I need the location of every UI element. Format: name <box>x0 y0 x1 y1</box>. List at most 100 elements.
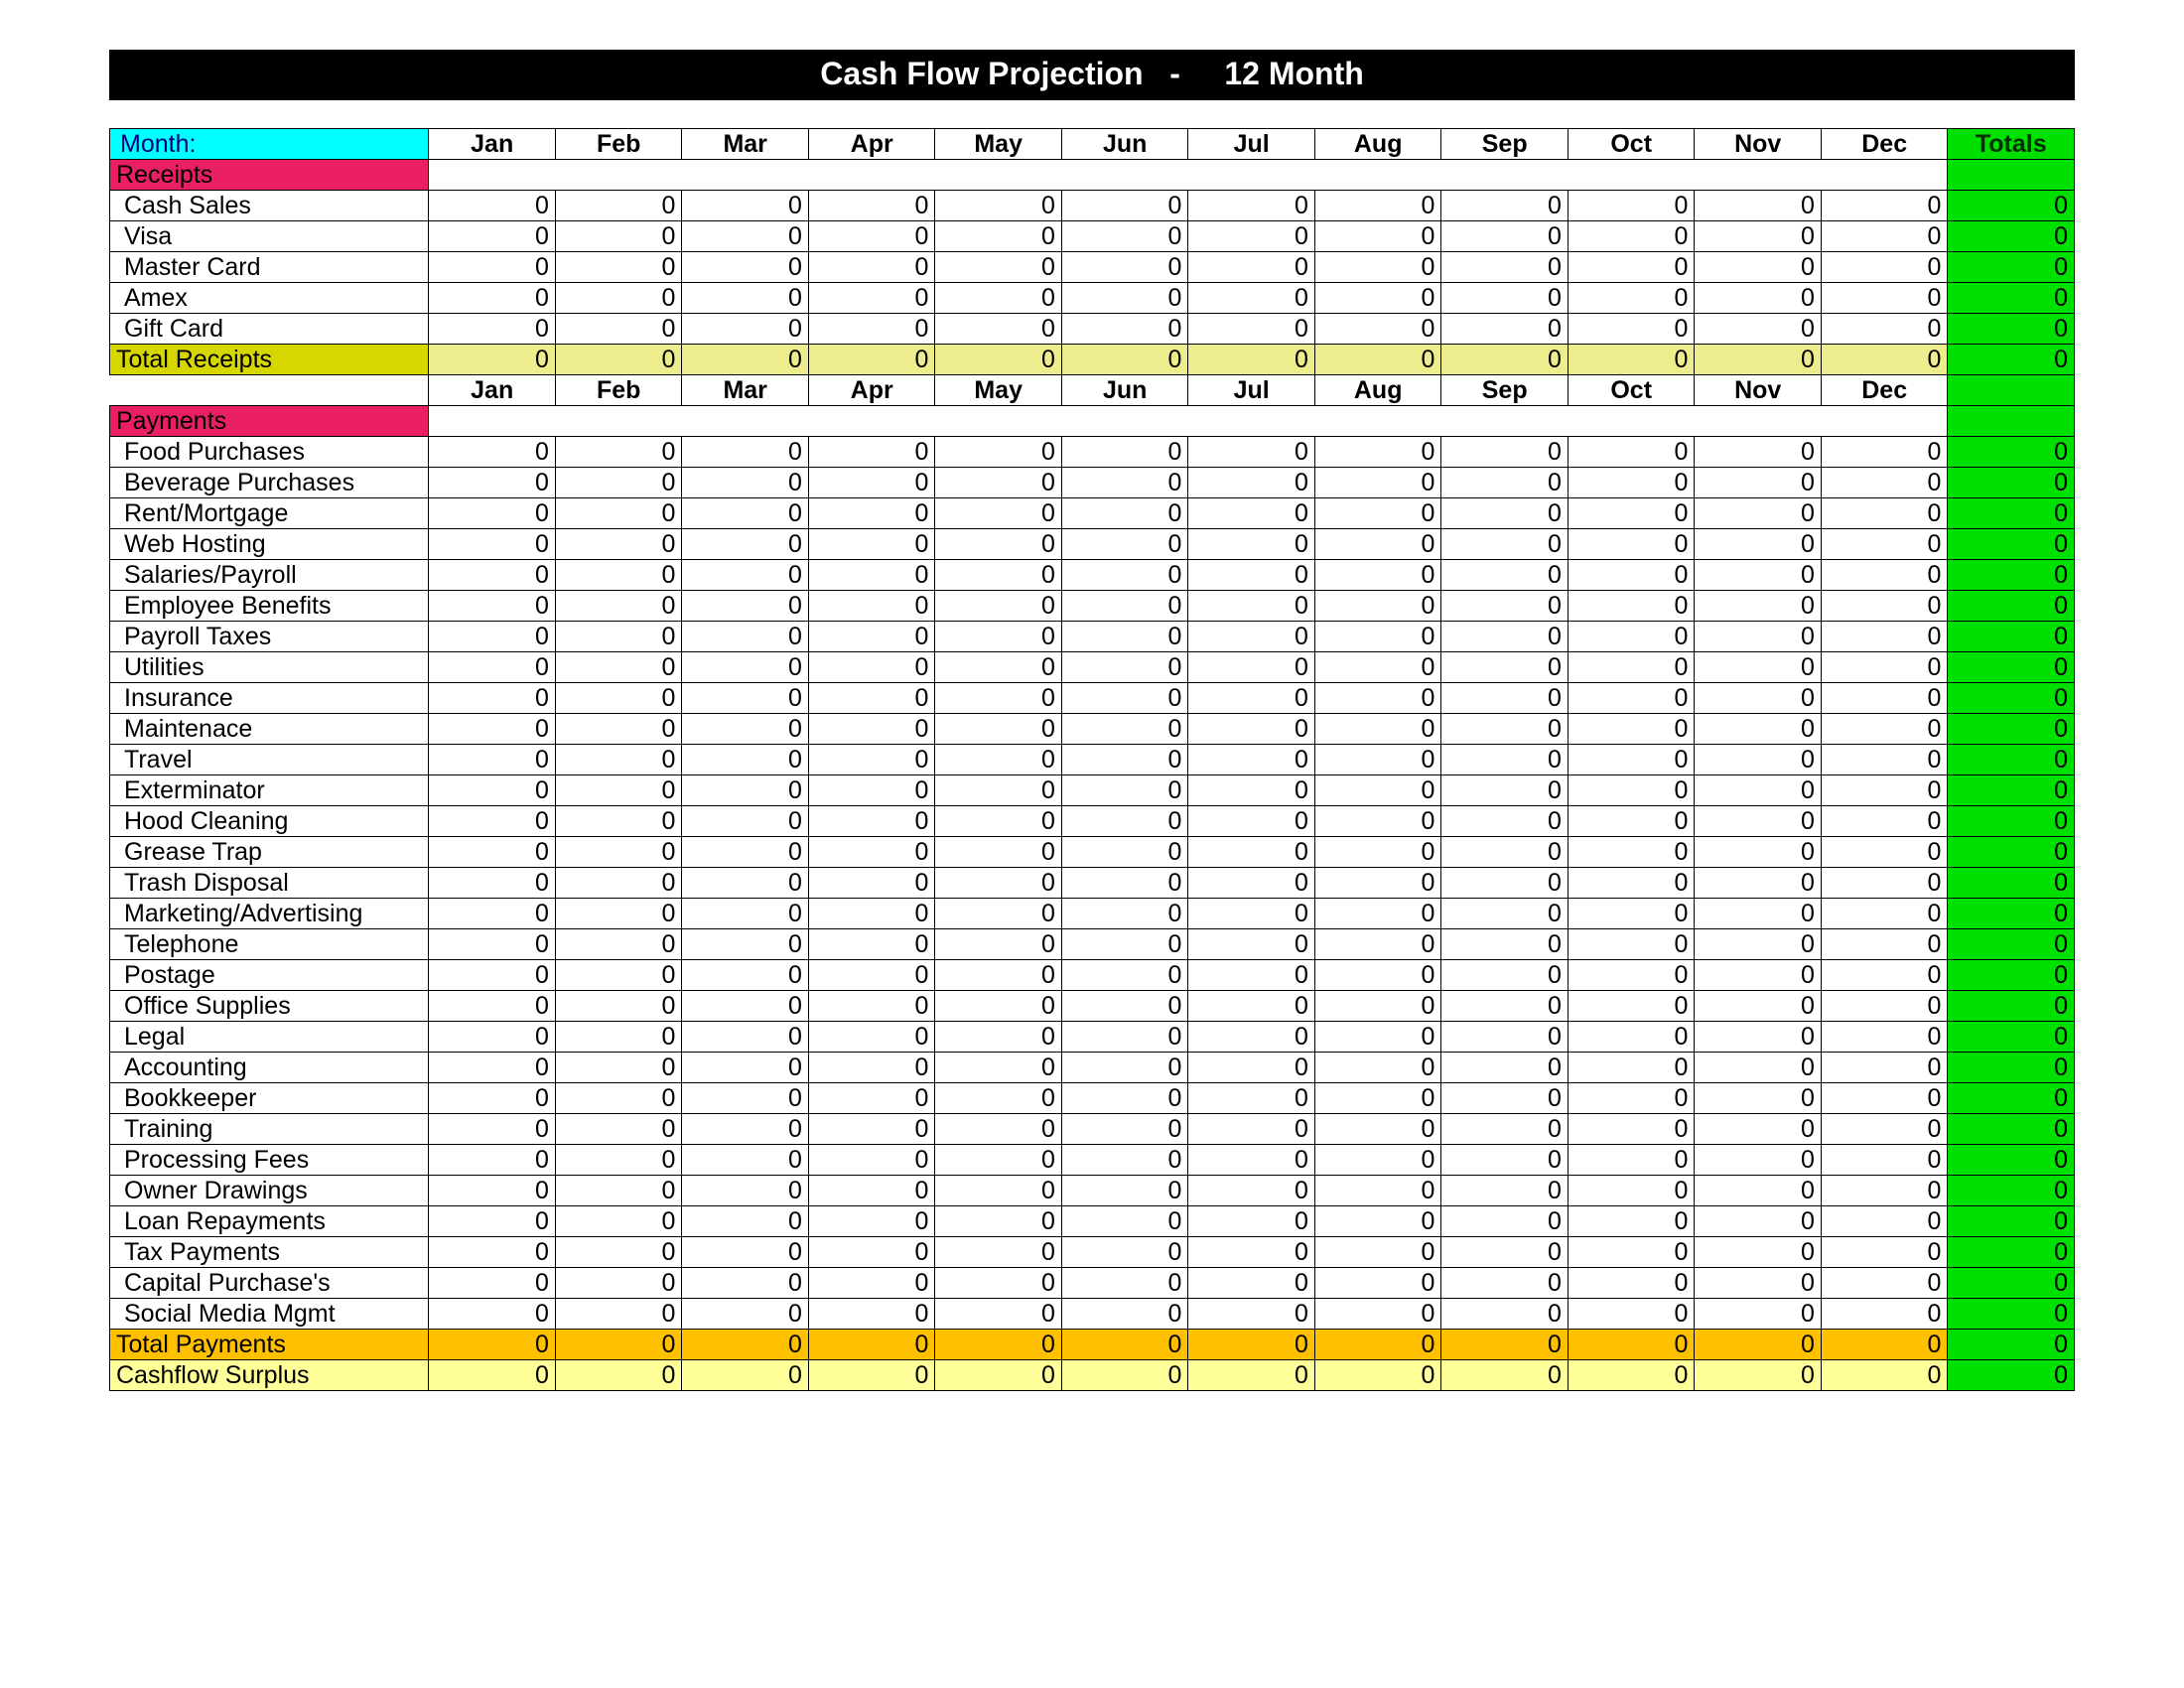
payment-cell[interactable]: 0 <box>682 652 809 683</box>
payment-cell[interactable]: 0 <box>1821 1237 1948 1268</box>
payment-cell[interactable]: 0 <box>1441 868 1569 899</box>
payment-cell[interactable]: 0 <box>555 1206 682 1237</box>
payment-cell[interactable]: 0 <box>1188 899 1315 929</box>
payment-cell[interactable]: 0 <box>1821 498 1948 529</box>
payment-cell[interactable]: 0 <box>1188 837 1315 868</box>
payment-cell[interactable]: 0 <box>808 1145 935 1176</box>
payment-cell[interactable]: 0 <box>935 652 1062 683</box>
payment-cell[interactable]: 0 <box>1188 868 1315 899</box>
payment-cell[interactable]: 0 <box>1314 591 1441 622</box>
payment-cell[interactable]: 0 <box>1441 1176 1569 1206</box>
payment-cell[interactable]: 0 <box>555 714 682 745</box>
receipt-cell[interactable]: 0 <box>1061 314 1188 345</box>
payment-cell[interactable]: 0 <box>682 775 809 806</box>
payment-cell[interactable]: 0 <box>682 622 809 652</box>
payment-cell[interactable]: 0 <box>808 1206 935 1237</box>
payment-cell[interactable]: 0 <box>1188 1083 1315 1114</box>
payment-cell[interactable]: 0 <box>1568 1206 1695 1237</box>
payment-cell[interactable]: 0 <box>1821 437 1948 468</box>
receipt-cell[interactable]: 0 <box>1695 252 1822 283</box>
payment-cell[interactable]: 0 <box>682 960 809 991</box>
payment-cell[interactable]: 0 <box>1695 591 1822 622</box>
payment-cell[interactable]: 0 <box>1568 899 1695 929</box>
receipt-cell[interactable]: 0 <box>1188 221 1315 252</box>
payment-cell[interactable]: 0 <box>1695 529 1822 560</box>
payment-cell[interactable]: 0 <box>429 529 556 560</box>
payment-cell[interactable]: 0 <box>555 1145 682 1176</box>
payment-cell[interactable]: 0 <box>1568 991 1695 1022</box>
payment-cell[interactable]: 0 <box>808 1114 935 1145</box>
receipt-cell[interactable]: 0 <box>555 283 682 314</box>
payment-cell[interactable]: 0 <box>1314 899 1441 929</box>
payment-cell[interactable]: 0 <box>1061 591 1188 622</box>
payment-cell[interactable]: 0 <box>682 1299 809 1330</box>
payment-cell[interactable]: 0 <box>1061 1053 1188 1083</box>
payment-cell[interactable]: 0 <box>935 1145 1062 1176</box>
payment-cell[interactable]: 0 <box>935 683 1062 714</box>
payment-cell[interactable]: 0 <box>1061 868 1188 899</box>
receipt-cell[interactable]: 0 <box>1314 283 1441 314</box>
payment-cell[interactable]: 0 <box>682 1176 809 1206</box>
payment-cell[interactable]: 0 <box>1314 622 1441 652</box>
payment-cell[interactable]: 0 <box>682 498 809 529</box>
payment-cell[interactable]: 0 <box>1441 960 1569 991</box>
payment-cell[interactable]: 0 <box>429 1176 556 1206</box>
payment-cell[interactable]: 0 <box>935 622 1062 652</box>
payment-cell[interactable]: 0 <box>555 560 682 591</box>
payment-cell[interactable]: 0 <box>1188 991 1315 1022</box>
payment-cell[interactable]: 0 <box>429 1145 556 1176</box>
payment-cell[interactable]: 0 <box>935 1114 1062 1145</box>
payment-cell[interactable]: 0 <box>429 1083 556 1114</box>
payment-cell[interactable]: 0 <box>808 1237 935 1268</box>
payment-cell[interactable]: 0 <box>1061 560 1188 591</box>
receipt-cell[interactable]: 0 <box>555 191 682 221</box>
receipt-cell[interactable]: 0 <box>1188 283 1315 314</box>
payment-cell[interactable]: 0 <box>429 1268 556 1299</box>
payment-cell[interactable]: 0 <box>429 1053 556 1083</box>
payment-cell[interactable]: 0 <box>1821 1145 1948 1176</box>
payment-cell[interactable]: 0 <box>1568 1022 1695 1053</box>
payment-cell[interactable]: 0 <box>1568 683 1695 714</box>
payment-cell[interactable]: 0 <box>555 1176 682 1206</box>
payment-cell[interactable]: 0 <box>1441 775 1569 806</box>
payment-cell[interactable]: 0 <box>1821 1176 1948 1206</box>
payment-cell[interactable]: 0 <box>555 806 682 837</box>
payment-cell[interactable]: 0 <box>555 745 682 775</box>
payment-cell[interactable]: 0 <box>1695 960 1822 991</box>
payment-cell[interactable]: 0 <box>1188 529 1315 560</box>
payment-cell[interactable]: 0 <box>555 960 682 991</box>
receipt-cell[interactable]: 0 <box>935 191 1062 221</box>
payment-cell[interactable]: 0 <box>1188 437 1315 468</box>
payment-cell[interactable]: 0 <box>1188 683 1315 714</box>
payment-cell[interactable]: 0 <box>1314 1083 1441 1114</box>
payment-cell[interactable]: 0 <box>682 1145 809 1176</box>
payment-cell[interactable]: 0 <box>1188 775 1315 806</box>
receipt-cell[interactable]: 0 <box>682 191 809 221</box>
payment-cell[interactable]: 0 <box>1061 1268 1188 1299</box>
payment-cell[interactable]: 0 <box>1441 437 1569 468</box>
payment-cell[interactable]: 0 <box>429 652 556 683</box>
payment-cell[interactable]: 0 <box>1061 1145 1188 1176</box>
payment-cell[interactable]: 0 <box>808 991 935 1022</box>
payment-cell[interactable]: 0 <box>555 437 682 468</box>
receipt-cell[interactable]: 0 <box>1568 191 1695 221</box>
payment-cell[interactable]: 0 <box>1821 1206 1948 1237</box>
payment-cell[interactable]: 0 <box>1695 1237 1822 1268</box>
payment-cell[interactable]: 0 <box>682 437 809 468</box>
payment-cell[interactable]: 0 <box>1441 1268 1569 1299</box>
payment-cell[interactable]: 0 <box>808 1053 935 1083</box>
payment-cell[interactable]: 0 <box>1441 899 1569 929</box>
payment-cell[interactable]: 0 <box>935 745 1062 775</box>
payment-cell[interactable]: 0 <box>1568 775 1695 806</box>
payment-cell[interactable]: 0 <box>1568 806 1695 837</box>
receipt-cell[interactable]: 0 <box>1061 191 1188 221</box>
payment-cell[interactable]: 0 <box>429 1237 556 1268</box>
payment-cell[interactable]: 0 <box>1441 991 1569 1022</box>
payment-cell[interactable]: 0 <box>1695 1176 1822 1206</box>
payment-cell[interactable]: 0 <box>1821 1299 1948 1330</box>
payment-cell[interactable]: 0 <box>1188 960 1315 991</box>
receipt-cell[interactable]: 0 <box>808 314 935 345</box>
payment-cell[interactable]: 0 <box>808 714 935 745</box>
payment-cell[interactable]: 0 <box>1821 806 1948 837</box>
payment-cell[interactable]: 0 <box>682 991 809 1022</box>
